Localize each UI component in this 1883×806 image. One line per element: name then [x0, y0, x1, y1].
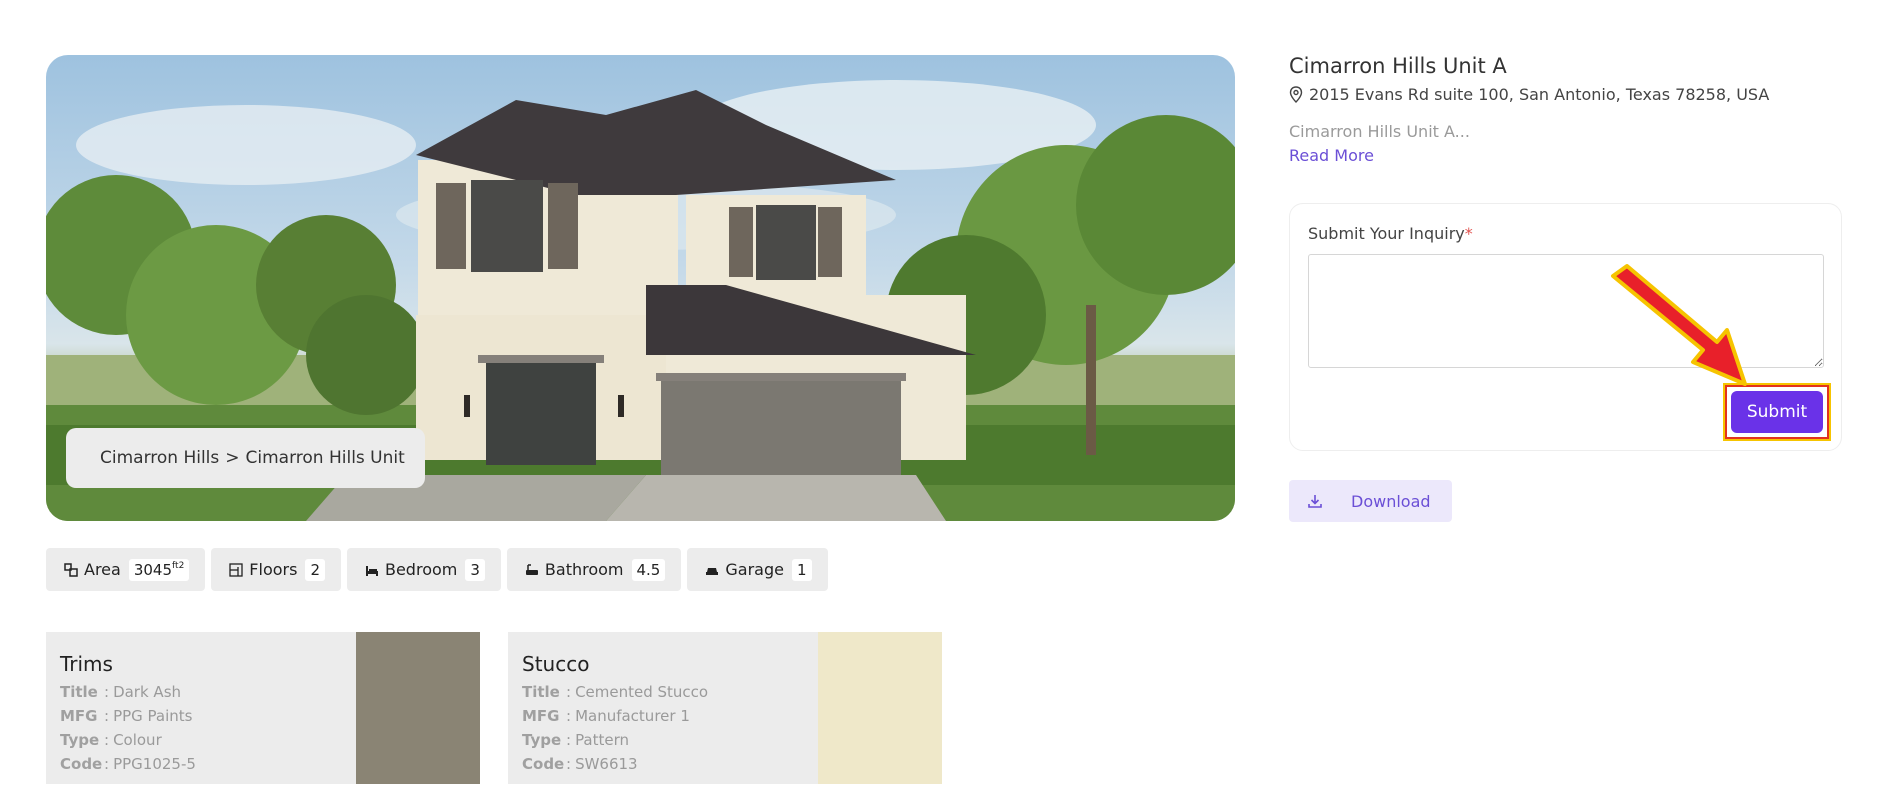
- area-icon: [64, 562, 78, 577]
- breadcrumb-current: Cimarron Hills Unit: [245, 448, 405, 468]
- submit-highlight: Submit: [1723, 383, 1831, 441]
- material-row-type: Type: Colour: [60, 731, 162, 749]
- submit-button[interactable]: Submit: [1731, 391, 1823, 433]
- feature-area: Area 3045ft2: [46, 548, 206, 591]
- material-swatch: [356, 632, 480, 784]
- property-description: Cimarron Hills Unit A...: [1289, 122, 1470, 141]
- feature-label: Floors: [249, 560, 298, 579]
- required-marker: *: [1464, 224, 1473, 243]
- feature-value: 3: [465, 558, 485, 581]
- download-icon: [1307, 493, 1323, 509]
- breadcrumb-parent[interactable]: Cimarron Hills: [100, 448, 219, 468]
- property-address: 2015 Evans Rd suite 100, San Antonio, Te…: [1289, 85, 1769, 104]
- feature-label: Garage: [725, 560, 784, 579]
- bed-icon: [365, 563, 379, 577]
- material-row-mfg: MFG: Manufacturer 1: [522, 707, 690, 725]
- feature-floors: Floors 2: [211, 548, 341, 591]
- material-swatch: [818, 632, 942, 784]
- inquiry-form: Submit Your Inquiry* Submit: [1289, 203, 1842, 451]
- feature-value: 2: [305, 558, 325, 581]
- location-pin-icon: [1289, 86, 1303, 103]
- download-button[interactable]: Download: [1289, 480, 1452, 522]
- feature-value: 4.5: [631, 558, 666, 581]
- feature-value: 3045ft2: [128, 558, 190, 581]
- feature-chips: Area 3045ft2 Floors 2 Bedroom 3 Bathroom…: [46, 548, 828, 591]
- inquiry-label: Submit Your Inquiry*: [1308, 224, 1473, 243]
- material-row-code: Code: PPG1025-5: [60, 755, 196, 773]
- material-row-title: Title: Cemented Stucco: [522, 683, 709, 701]
- read-more-link[interactable]: Read More: [1289, 146, 1374, 165]
- property-title: Cimarron Hills Unit A: [1289, 54, 1507, 78]
- annotation-arrow-icon: [1611, 264, 1747, 386]
- car-icon: [705, 563, 719, 577]
- feature-garage: Garage 1: [687, 548, 828, 591]
- bathtub-icon: [525, 563, 539, 577]
- material-row-type: Type: Pattern: [522, 731, 630, 749]
- material-row-mfg: MFG: PPG Paints: [60, 707, 193, 725]
- material-card-trims: Trims Title: Dark Ash MFG: PPG Paints Type…: [46, 632, 480, 784]
- feature-label: Area: [84, 560, 121, 579]
- download-label: Download: [1351, 491, 1431, 511]
- material-row-code: Code: SW6613: [522, 755, 638, 773]
- feature-label: Bathroom: [544, 560, 624, 579]
- breadcrumb: Cimarron Hills > Cimarron Hills Unit: [66, 428, 425, 488]
- feature-label: Bedroom: [384, 560, 458, 579]
- feature-bedroom: Bedroom 3: [346, 548, 501, 591]
- material-row-title: Title: Dark Ash: [60, 683, 182, 701]
- material-name: Stucco: [522, 652, 590, 676]
- breadcrumb-separator: >: [225, 448, 240, 468]
- floors-icon: [229, 562, 243, 577]
- address-text: 2015 Evans Rd suite 100, San Antonio, Te…: [1309, 85, 1770, 104]
- material-card-stucco: Stucco Title: Cemented Stucco MFG: Manufac…: [508, 632, 942, 784]
- feature-bathroom: Bathroom 4.5: [506, 548, 682, 591]
- material-name: Trims: [60, 652, 113, 676]
- hero-image: Cimarron Hills > Cimarron Hills Unit: [46, 55, 1235, 521]
- feature-value: 1: [791, 558, 812, 581]
